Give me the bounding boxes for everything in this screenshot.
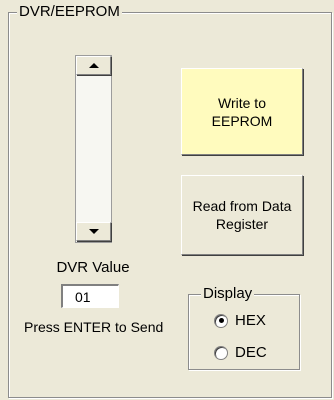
dec-radio-label: DEC (235, 344, 267, 361)
display-groupbox: Display HEX DEC (188, 286, 300, 370)
hex-radio-option[interactable]: HEX (214, 312, 266, 329)
radio-selected-dot (218, 318, 224, 323)
arrow-down-icon (88, 229, 99, 234)
dec-radio-option[interactable]: DEC (214, 344, 267, 361)
press-enter-hint: Press ENTER to Send (24, 319, 164, 335)
display-groupbox-title: Display (201, 285, 255, 302)
dvr-value-label: DVR Value (56, 259, 130, 276)
scroll-up-button[interactable] (76, 56, 111, 75)
dvr-value-scrollbar[interactable] (75, 55, 112, 243)
read-button-label-line2: Register (215, 216, 269, 232)
write-button-label-line2: EEPROM (211, 112, 273, 129)
scroll-down-button[interactable] (76, 222, 111, 241)
write-button-label-line1: Write to (218, 94, 266, 111)
arrow-up-icon (88, 63, 99, 68)
hex-radio-label: HEX (235, 312, 266, 329)
write-to-eeprom-button[interactable]: Write to EEPROM (181, 68, 303, 155)
dec-radio-button[interactable] (214, 345, 228, 360)
dvr-value-input[interactable] (61, 284, 119, 308)
read-from-data-register-button[interactable]: Read from Data Register (181, 175, 303, 255)
hex-radio-button[interactable] (214, 313, 228, 328)
groupbox-title: DVR/EEPROM (17, 3, 122, 20)
read-button-label-line1: Read from Data (192, 198, 292, 214)
